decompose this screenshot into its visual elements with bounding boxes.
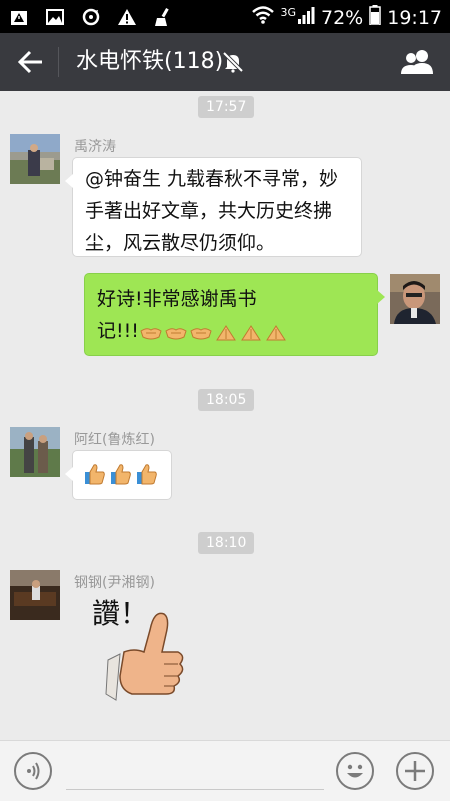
broom-icon bbox=[152, 6, 174, 28]
fist-salute-icon bbox=[239, 321, 263, 341]
network-type: 3G bbox=[280, 6, 296, 19]
avatar[interactable] bbox=[10, 134, 60, 184]
mute-bell-icon bbox=[222, 51, 244, 73]
sender-name: 钢钢(尹湘钢) bbox=[74, 575, 155, 591]
avatar[interactable] bbox=[10, 427, 60, 477]
warning-icon bbox=[116, 6, 138, 28]
sender-name: 禹济涛 bbox=[74, 139, 116, 155]
fist-salute-icon bbox=[214, 321, 238, 341]
message-text-line: 记!!! bbox=[97, 315, 377, 347]
timestamp: 18:10 bbox=[198, 532, 255, 554]
input-bar bbox=[0, 740, 450, 801]
clock: 19:17 bbox=[387, 6, 442, 29]
message-text-line: @钟奋生 九载春秋不寻常，妙 bbox=[85, 168, 339, 190]
plus-icon bbox=[405, 761, 425, 781]
avatar[interactable] bbox=[10, 570, 60, 620]
chat-title: 水电怀铁(118) bbox=[76, 49, 224, 74]
my-message-bubble[interactable]: 好诗!非常感谢禹书 记!!! bbox=[84, 273, 385, 356]
message-text-line: 手著出好文章，共大历史终拂 bbox=[85, 200, 333, 222]
emoji-button[interactable] bbox=[336, 752, 374, 790]
sender-name: 阿红(鲁炼红) bbox=[74, 432, 155, 448]
voice-icon bbox=[27, 762, 40, 780]
picture-warning-icon bbox=[8, 6, 30, 28]
message-bubble[interactable] bbox=[65, 450, 172, 500]
header-divider bbox=[58, 47, 59, 77]
bubble-tail bbox=[377, 290, 385, 304]
thumbs-up-icon bbox=[109, 462, 133, 496]
wifi-icon bbox=[252, 6, 275, 29]
thumbs-up-icon bbox=[83, 462, 107, 496]
fist-salute-icon bbox=[264, 321, 288, 341]
signal-icon bbox=[297, 6, 315, 29]
thumbs-up-sticker[interactable]: 讚！ bbox=[80, 590, 200, 710]
back-arrow-icon[interactable] bbox=[16, 49, 46, 75]
status-bar: 3G 72% 19:17 bbox=[0, 0, 450, 33]
message-text: 记!!! bbox=[97, 320, 139, 342]
my-avatar[interactable] bbox=[390, 274, 440, 324]
bubble-tail bbox=[65, 174, 73, 188]
message-text-line: 好诗!非常感谢禹书 bbox=[97, 288, 257, 310]
message-text-line: 尘，风云散尽仍须仰。 bbox=[85, 232, 276, 254]
image-icon bbox=[44, 6, 66, 28]
timestamp: 18:05 bbox=[198, 389, 255, 411]
handshake-icon bbox=[139, 321, 163, 341]
sticker-text: 讚！ bbox=[92, 597, 149, 630]
bubble-tail bbox=[65, 467, 73, 481]
message-bubble[interactable]: @钟奋生 九载春秋不寻常，妙 手著出好文章，共大历史终拂 尘，风云散尽仍须仰。 bbox=[65, 157, 362, 257]
sync-icon bbox=[80, 6, 102, 28]
thumbs-up-icon bbox=[135, 462, 159, 496]
handshake-icon bbox=[189, 321, 213, 341]
smiley-icon bbox=[347, 764, 363, 778]
more-button[interactable] bbox=[396, 752, 434, 790]
message-input[interactable] bbox=[66, 789, 324, 790]
battery-percent: 72% bbox=[321, 6, 364, 29]
timestamp: 17:57 bbox=[198, 96, 255, 118]
voice-button[interactable] bbox=[14, 752, 52, 790]
battery-icon bbox=[369, 5, 381, 30]
chat-header: 水电怀铁(118) bbox=[0, 33, 450, 91]
handshake-icon bbox=[164, 321, 188, 341]
group-members-icon[interactable] bbox=[400, 49, 436, 75]
